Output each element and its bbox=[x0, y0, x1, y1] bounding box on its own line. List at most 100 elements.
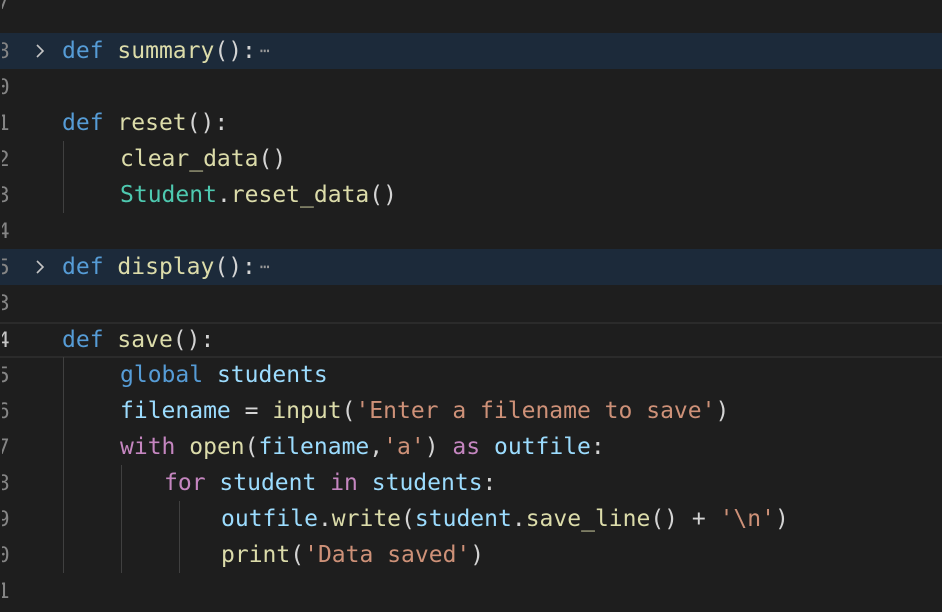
function-name: summary bbox=[117, 38, 215, 64]
code-text: def reset(): bbox=[62, 105, 228, 141]
variable: filename bbox=[258, 434, 370, 460]
line-number: 4 bbox=[0, 219, 10, 243]
indent-guide bbox=[121, 465, 122, 573]
punctuation: () bbox=[258, 146, 287, 172]
keyword: global bbox=[120, 362, 204, 388]
code-line: 1 bbox=[0, 573, 942, 609]
variable: filename bbox=[120, 398, 231, 424]
indent-guide bbox=[63, 357, 64, 573]
code-line: 1 def reset(): bbox=[0, 105, 942, 141]
variable: students bbox=[216, 362, 328, 388]
code-text: def save(): bbox=[62, 324, 214, 360]
class-name: Student bbox=[120, 182, 217, 208]
line-number: 6 bbox=[0, 399, 10, 423]
function-call: input bbox=[272, 398, 342, 424]
code-line: 7 with open(filename,'a') as outfile: bbox=[0, 429, 942, 465]
keyword: def bbox=[62, 254, 104, 280]
punctuation: ) bbox=[470, 542, 485, 568]
string-literal: 'Enter a filename to save' bbox=[355, 398, 716, 424]
punctuation: ( bbox=[341, 398, 356, 424]
function-name: display bbox=[117, 254, 215, 280]
code-line: 7 bbox=[0, 0, 942, 20]
code-text: outfile.write(student.save_line() + '\n'… bbox=[221, 501, 789, 537]
punctuation: ( bbox=[244, 434, 259, 460]
function-name: reset bbox=[117, 110, 187, 136]
string-literal: '\n' bbox=[719, 506, 775, 532]
folded-ellipsis-icon[interactable]: ⋯ bbox=[260, 33, 270, 69]
punctuation: (): bbox=[214, 38, 256, 64]
line-number: 4 bbox=[0, 328, 10, 352]
chevron-right-icon[interactable] bbox=[32, 43, 48, 59]
code-line: 9 outfile.write(student.save_line() + '\… bbox=[0, 501, 942, 537]
punctuation: (): bbox=[214, 254, 256, 280]
code-text: def display(): ⋯ bbox=[62, 249, 270, 285]
variable: outfile bbox=[493, 434, 591, 460]
line-number: 8 bbox=[0, 471, 10, 495]
code-text: global students bbox=[120, 357, 328, 393]
function-call: save_line bbox=[525, 506, 651, 532]
punctuation: ) bbox=[424, 434, 439, 460]
line-number: 1 bbox=[0, 579, 10, 603]
operator: = bbox=[230, 398, 273, 424]
punctuation: (): bbox=[186, 110, 229, 136]
line-number: 5 bbox=[0, 255, 10, 279]
punctuation: ) bbox=[715, 398, 730, 424]
punctuation: , bbox=[369, 434, 384, 460]
code-line: 8 def summary(): ⋯ bbox=[0, 33, 942, 69]
function-call: reset_data bbox=[230, 182, 370, 208]
code-text: with open(filename,'a') as outfile: bbox=[120, 429, 605, 465]
variable: outfile bbox=[221, 506, 318, 532]
keyword: def bbox=[62, 38, 104, 64]
line-number: 3 bbox=[0, 183, 10, 207]
code-line: 0 bbox=[0, 69, 942, 105]
punctuation: () bbox=[369, 182, 397, 208]
keyword: as bbox=[452, 434, 481, 460]
function-name: save bbox=[117, 327, 173, 353]
punctuation: ) bbox=[774, 506, 789, 532]
punctuation: . bbox=[216, 182, 231, 208]
current-code-line: 4 def save(): bbox=[0, 322, 942, 358]
line-number: 2 bbox=[0, 147, 10, 171]
punctuation: ( bbox=[290, 542, 305, 568]
line-number: 7 bbox=[0, 0, 10, 14]
code-text: Student.reset_data() bbox=[120, 177, 397, 213]
code-editor[interactable]: 7 8 def summary(): ⋯ 0 1 def reset(): 2 c… bbox=[0, 0, 942, 612]
code-line: 3 bbox=[0, 285, 942, 321]
line-number: 0 bbox=[0, 543, 10, 567]
function-call: write bbox=[331, 506, 402, 532]
keyword: in bbox=[330, 470, 358, 496]
variable: student bbox=[219, 470, 317, 496]
line-number: 8 bbox=[0, 39, 10, 63]
punctuation: : bbox=[482, 470, 497, 496]
indent-guide bbox=[63, 141, 64, 213]
folded-ellipsis-icon[interactable]: ⋯ bbox=[260, 249, 270, 285]
variable: student bbox=[414, 506, 512, 532]
code-line: 0 print('Data saved') bbox=[0, 537, 942, 573]
line-number: 0 bbox=[0, 75, 10, 99]
code-text: filename = input('Enter a filename to sa… bbox=[120, 393, 729, 429]
punctuation: . bbox=[317, 506, 332, 532]
keyword: with bbox=[120, 434, 176, 460]
keyword: def bbox=[62, 327, 104, 353]
code-text: for student in students: bbox=[164, 465, 496, 501]
function-call: clear_data bbox=[120, 146, 259, 172]
line-number: 7 bbox=[0, 435, 10, 459]
punctuation: : bbox=[590, 434, 605, 460]
code-line: 6 filename = input('Enter a filename to … bbox=[0, 393, 942, 429]
variable: students bbox=[371, 470, 483, 496]
chevron-right-icon[interactable] bbox=[32, 259, 48, 275]
function-call: print bbox=[221, 542, 291, 568]
string-literal: 'Data saved' bbox=[304, 542, 471, 568]
code-text: clear_data() bbox=[120, 141, 286, 177]
string-literal: 'a' bbox=[383, 434, 425, 460]
code-text: def summary(): ⋯ bbox=[62, 33, 270, 69]
keyword: def bbox=[62, 110, 104, 136]
punctuation: () bbox=[650, 506, 679, 532]
code-line: 5 global students bbox=[0, 357, 942, 393]
code-line: 5 def display(): ⋯ bbox=[0, 249, 942, 285]
code-text: print('Data saved') bbox=[221, 537, 484, 573]
code-line: 2 clear_data() bbox=[0, 141, 942, 177]
code-line: 3 Student.reset_data() bbox=[0, 177, 942, 213]
line-number: 9 bbox=[0, 507, 10, 531]
punctuation: . bbox=[511, 506, 526, 532]
